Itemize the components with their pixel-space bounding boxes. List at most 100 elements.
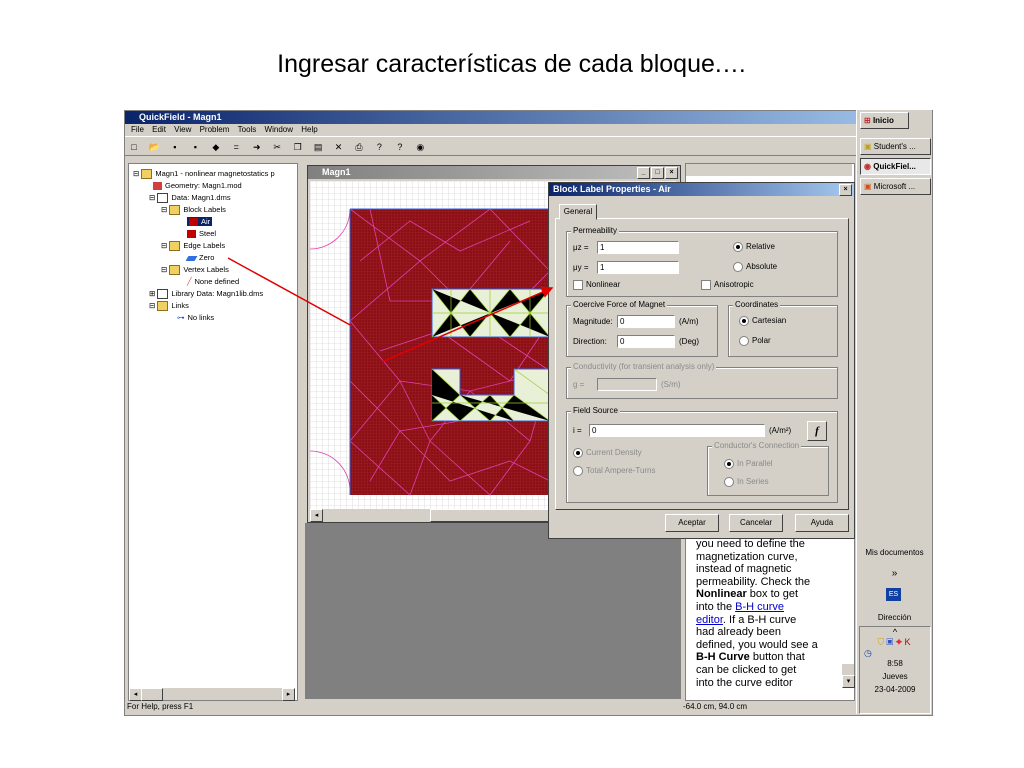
cartesian-radio[interactable]: Cartesian	[739, 316, 786, 326]
mdi-background	[305, 523, 681, 699]
field-source-label: Field Source	[571, 406, 620, 415]
cancel-button[interactable]: Cancelar	[729, 514, 783, 532]
i-input[interactable]: 0	[589, 424, 765, 437]
relative-radio[interactable]: Relative	[733, 242, 775, 252]
g-unit: (S/m)	[661, 380, 681, 389]
model-close-button[interactable]: ×	[665, 167, 678, 179]
dialog-close-button[interactable]: ×	[839, 184, 852, 196]
in-parallel-radio: In Parallel	[724, 459, 773, 469]
app-title: QuickField - Magn1	[139, 112, 222, 122]
new-icon[interactable]: □	[128, 141, 140, 153]
task-microsoft[interactable]: ▣ Microsoft ...	[860, 178, 931, 195]
taskbar: ⊞ Inicio ▣ Student's ... ◉ QuickFiel... …	[856, 110, 932, 714]
paste-icon[interactable]: ▤	[312, 141, 324, 153]
copy-icon[interactable]: ❐	[292, 141, 304, 153]
conductivity-group: Conductivity (for transient analysis onl…	[566, 362, 838, 399]
tree-library[interactable]: ⊞ Library Data: Magn1lib.dms	[149, 289, 263, 300]
language-badge[interactable]: ES	[886, 588, 901, 601]
open-icon[interactable]: 📂	[148, 141, 160, 153]
tree-data[interactable]: ⊟ Data: Magn1.dms	[149, 193, 231, 204]
connection-label: Conductor's Connection	[712, 441, 802, 450]
status-coords: -64.0 cm, 94.0 cm	[683, 702, 748, 711]
model-maximize-button[interactable]: □	[651, 167, 664, 179]
tree-no-links[interactable]: ⊶ No links	[177, 313, 214, 322]
anisotropic-checkbox[interactable]: Anisotropic	[701, 280, 754, 290]
menu-window[interactable]: Window	[265, 125, 293, 134]
menu-view[interactable]: View	[174, 125, 191, 134]
tree-air[interactable]: Air	[187, 217, 213, 227]
direction-input[interactable]: 0	[617, 335, 675, 348]
status-bar: For Help, press F1 -64.0 cm, 94.0 cm	[127, 701, 930, 713]
start-button[interactable]: ⊞ Inicio	[860, 112, 909, 129]
i-label: i =	[573, 426, 582, 435]
cut-icon[interactable]: ✂	[271, 141, 283, 153]
mu-y-label: μy =	[573, 263, 589, 272]
model-minimize-button[interactable]: _	[637, 167, 650, 179]
magnitude-unit: (A/m)	[679, 317, 699, 326]
task-quickfield[interactable]: ◉ QuickFiel...	[860, 158, 931, 175]
menu-tools[interactable]: Tools	[238, 125, 257, 134]
delete-icon[interactable]: ✕	[333, 141, 345, 153]
tree-geometry[interactable]: Geometry: Magn1.mod	[153, 181, 242, 191]
tree-none-defined[interactable]: ╱ None defined	[187, 277, 239, 286]
chevron-icon[interactable]: »	[857, 568, 932, 579]
menu-file[interactable]: File	[131, 125, 144, 134]
magnitude-input[interactable]: 0	[617, 315, 675, 328]
tree-steel[interactable]: Steel	[187, 229, 216, 239]
conductivity-label: Conductivity (for transient analysis onl…	[571, 362, 717, 371]
direction-label: Direction:	[573, 337, 607, 346]
tray-date: 23-04-2009	[874, 685, 916, 694]
bh-curve-link[interactable]: B-H curve	[735, 601, 784, 613]
model-titlebar: Magn1 _ □ ×	[308, 166, 680, 179]
context-help-icon[interactable]: ?	[394, 141, 406, 153]
results-icon[interactable]: ➜	[251, 141, 263, 153]
tree-links[interactable]: ⊟ Links	[149, 301, 189, 312]
mu-y-input[interactable]: 1	[597, 261, 679, 274]
problem-tree-panel: ⊟ Magn1 - nonlinear magnetostatics p Geo…	[128, 163, 298, 701]
nonlinear-checkbox[interactable]: Nonlinear	[573, 280, 620, 290]
i-unit: (A/m²)	[769, 426, 792, 435]
menu-bar: File Edit View Problem Tools Window Help	[125, 124, 932, 136]
polar-radio[interactable]: Polar	[739, 336, 771, 346]
save-icon[interactable]: ▪	[169, 141, 181, 153]
absolute-radio[interactable]: Absolute	[733, 262, 777, 272]
g-label: g =	[573, 380, 585, 389]
editor-link[interactable]: editor	[696, 614, 723, 626]
tab-general[interactable]: General	[559, 204, 597, 220]
accept-button[interactable]: Aceptar	[665, 514, 719, 532]
task-students[interactable]: ▣ Student's ...	[860, 138, 931, 155]
about-icon[interactable]: ◉	[414, 141, 426, 153]
equals-icon[interactable]: =	[230, 141, 242, 153]
function-button[interactable]: f	[807, 421, 827, 441]
solve-icon[interactable]: ◆	[210, 141, 222, 153]
help-icon[interactable]: ?	[373, 141, 385, 153]
tray-time[interactable]: 8:58	[860, 659, 930, 668]
user-icon[interactable]: ✦	[895, 637, 904, 647]
permeability-label: Permeability	[571, 226, 620, 235]
antivirus-icon[interactable]: K	[905, 637, 913, 647]
tray: ^ ⛉▣✦K ◷ 8:58 Jueves 23-04-2009	[859, 626, 931, 714]
help-button[interactable]: Ayuda	[795, 514, 849, 532]
help-pane-header	[686, 164, 852, 176]
dialog-titlebar: Block Label Properties - Air ×	[549, 183, 854, 196]
menu-help[interactable]: Help	[301, 125, 317, 134]
shield-icon[interactable]: ⛉	[877, 637, 886, 647]
help-vscrollbar[interactable]: ▾	[842, 664, 855, 688]
tree-zero[interactable]: Zero	[185, 253, 214, 262]
tree-edge-labels[interactable]: ⊟ Edge Labels	[161, 241, 225, 252]
direction-unit: (Deg)	[679, 337, 700, 346]
tree-block-labels[interactable]: ⊟ Block Labels	[161, 205, 226, 216]
address-label[interactable]: Dirección	[857, 613, 932, 622]
tree-hscrollbar[interactable]: ◂ ▸	[129, 688, 295, 701]
menu-problem[interactable]: Problem	[200, 125, 230, 134]
toolbar: □ 📂 ▪ ▪ ◆ = ➜ ✂ ❐ ▤ ✕ ⎙ ? ? ◉	[125, 136, 932, 156]
tree-vertex-labels[interactable]: ⊟ Vertex Labels	[161, 265, 229, 276]
my-documents-label[interactable]: Mis documentos	[857, 548, 932, 557]
save-all-icon[interactable]: ▪	[189, 141, 201, 153]
menu-edit[interactable]: Edit	[152, 125, 166, 134]
mu-z-input[interactable]: 1	[597, 241, 679, 254]
clock-icon[interactable]: ◷	[864, 648, 930, 659]
tray-up-icon[interactable]: ^	[860, 627, 930, 637]
print-icon[interactable]: ⎙	[353, 141, 365, 153]
tree-root[interactable]: ⊟ Magn1 - nonlinear magnetostatics p	[133, 169, 275, 180]
